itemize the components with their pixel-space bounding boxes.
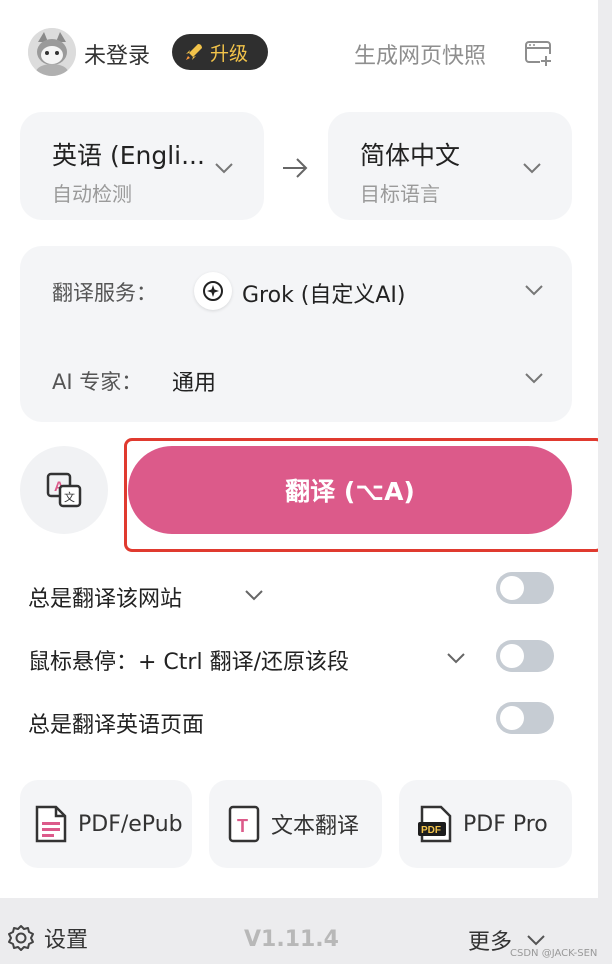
text-translate-button[interactable]: T 文本翻译	[209, 780, 382, 868]
service-label: 翻译服务：	[52, 281, 157, 305]
chevron-down-icon	[525, 285, 543, 296]
grok-logo-icon	[194, 272, 232, 310]
ai-expert-label: AI 专家：	[52, 370, 143, 394]
hover-translate-toggle[interactable]	[496, 640, 554, 672]
language-translate-icon: A 文	[46, 472, 82, 508]
chevron-down-icon	[215, 163, 233, 174]
option-label-hover: 鼠标悬停：+ Ctrl 翻译/还原该段	[28, 650, 349, 675]
chevron-down-icon[interactable]	[244, 589, 264, 601]
gear-icon	[8, 925, 34, 951]
upgrade-button[interactable]: 升级	[172, 34, 268, 70]
login-status-text[interactable]: 未登录	[84, 38, 150, 70]
translation-service-select[interactable]: 翻译服务： Grok (自定义AI)	[20, 246, 572, 334]
service-value: Grok (自定义AI)	[242, 283, 406, 308]
option-label-always-english: 总是翻译英语页面	[28, 713, 205, 738]
source-language-name: 英语 (Engli...	[52, 141, 205, 170]
user-avatar[interactable]	[28, 28, 76, 76]
pdf-epub-label: PDF/ePub	[78, 811, 183, 837]
always-translate-site-toggle[interactable]	[496, 572, 554, 604]
ai-expert-value: 通用	[172, 371, 217, 396]
option-label-always-site: 总是翻译该网站	[28, 587, 183, 612]
panel-edge	[598, 0, 612, 898]
svg-text:T: T	[237, 816, 248, 836]
pdf-pro-icon: PDF	[418, 805, 452, 843]
rocket-icon	[186, 44, 202, 60]
more-label: 更多	[468, 930, 513, 955]
snapshot-link[interactable]: 生成网页快照	[354, 38, 486, 70]
target-language-sub: 目标语言	[360, 182, 440, 206]
upgrade-label: 升级	[210, 42, 249, 65]
arrow-right-icon	[280, 156, 310, 180]
chevron-down-icon[interactable]	[446, 652, 466, 664]
chevron-down-icon	[527, 935, 545, 946]
pdf-pro-label: PDF Pro	[463, 811, 548, 837]
pdf-file-icon	[35, 805, 67, 843]
svg-text:PDF: PDF	[421, 825, 441, 836]
settings-label: 设置	[44, 928, 89, 953]
target-language-select[interactable]: 简体中文 目标语言	[328, 112, 572, 220]
snapshot-add-icon[interactable]	[524, 38, 554, 68]
watermark-text: CSDN @JACK-SEN	[510, 948, 598, 959]
translate-mode-button[interactable]: A 文	[20, 446, 108, 534]
text-translate-icon: T	[228, 805, 260, 843]
version-text: V1.11.4	[244, 927, 339, 952]
service-panel: 翻译服务： Grok (自定义AI) AI 专家： 通用	[20, 246, 572, 422]
ai-expert-select[interactable]: AI 专家： 通用	[20, 334, 572, 422]
cat-avatar-icon	[28, 28, 76, 76]
source-language-select[interactable]: 英语 (Engli... 自动检测	[20, 112, 264, 220]
pdf-epub-button[interactable]: PDF/ePub	[20, 780, 192, 868]
target-language-name: 简体中文	[360, 141, 461, 170]
pdf-pro-button[interactable]: PDF PDF Pro	[399, 780, 572, 868]
source-language-sub: 自动检测	[52, 182, 132, 206]
text-translate-label: 文本翻译	[271, 814, 360, 839]
footer-bar: 设置 V1.11.4 更多 CSDN @JACK-SEN	[0, 898, 612, 964]
translate-button[interactable]: 翻译 (⌥A)	[128, 446, 572, 534]
chevron-down-icon	[523, 163, 541, 174]
always-translate-english-toggle[interactable]	[496, 702, 554, 734]
svg-text:文: 文	[64, 490, 75, 504]
settings-button[interactable]: 设置	[6, 922, 88, 954]
chevron-down-icon	[525, 373, 543, 384]
